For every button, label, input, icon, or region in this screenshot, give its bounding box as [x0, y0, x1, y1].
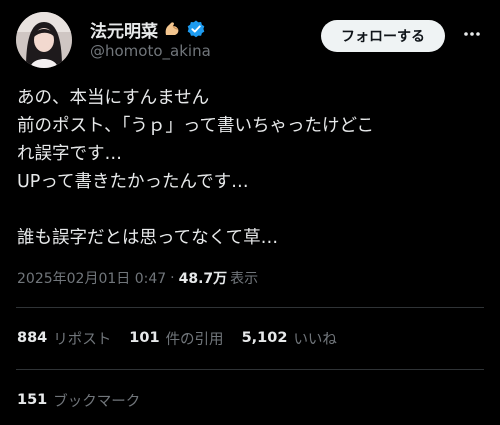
- quotes-count: 101: [129, 330, 160, 346]
- bookmarks-stat[interactable]: 151 ブックマーク: [17, 388, 140, 412]
- timestamp[interactable]: 2025年02月01日 0:47: [17, 268, 166, 288]
- reposts-label: リポスト: [53, 331, 112, 348]
- views-label: 表示: [230, 271, 259, 287]
- flexed-biceps-icon: [162, 19, 182, 39]
- display-name[interactable]: 法元明菜: [90, 17, 158, 42]
- tweet-header: 法元明菜 @homoto_akina フォローする: [0, 0, 500, 76]
- likes-stat[interactable]: 5,102 いいね: [242, 328, 337, 349]
- bookmarks-label: ブックマーク: [53, 393, 141, 410]
- quotes-stat[interactable]: 101 件の引用: [129, 328, 223, 349]
- author-name-row[interactable]: 法元明菜: [90, 17, 206, 42]
- tweet-meta: 2025年02月01日 0:47 · 48.7万 表示: [17, 266, 258, 290]
- likes-count: 5,102: [241, 330, 288, 346]
- tweet-line: 前のポスト、「うｐ」って書いちゃったけどこ: [17, 116, 374, 136]
- tweet-line: れ誤字です…: [17, 144, 122, 164]
- follow-button[interactable]: フォローする: [321, 20, 445, 52]
- avatar[interactable]: [16, 12, 72, 68]
- tweet-line: あの、本当にすんません: [17, 88, 210, 108]
- bookmarks-count: 151: [17, 392, 48, 408]
- more-options-button[interactable]: [458, 22, 486, 50]
- verified-badge-icon: [186, 19, 206, 39]
- engagement-stats: 884 リポスト 101 件の引用 5,102 いいね: [17, 326, 355, 350]
- author-handle[interactable]: @homoto_akina: [90, 42, 211, 60]
- more-horizontal-icon: [462, 24, 482, 48]
- reposts-count: 884: [17, 330, 48, 346]
- quotes-label: 件の引用: [165, 331, 224, 348]
- reposts-stat[interactable]: 884 リポスト: [17, 328, 111, 349]
- tweet-text: あの、本当にすんません 前のポスト、「うｐ」って書いちゃったけどこ れ誤字です……: [17, 84, 487, 252]
- likes-label: いいね: [293, 331, 337, 348]
- divider: [16, 307, 484, 308]
- tweet-line: 誰も誤字だとは思ってなくて草…: [17, 228, 279, 248]
- meta-separator: ·: [170, 270, 175, 286]
- views-count[interactable]: 48.7万: [179, 268, 228, 288]
- tweet-line: UPって書きたかったんです…: [17, 172, 249, 192]
- avatar-image: [16, 12, 72, 68]
- divider: [16, 369, 484, 370]
